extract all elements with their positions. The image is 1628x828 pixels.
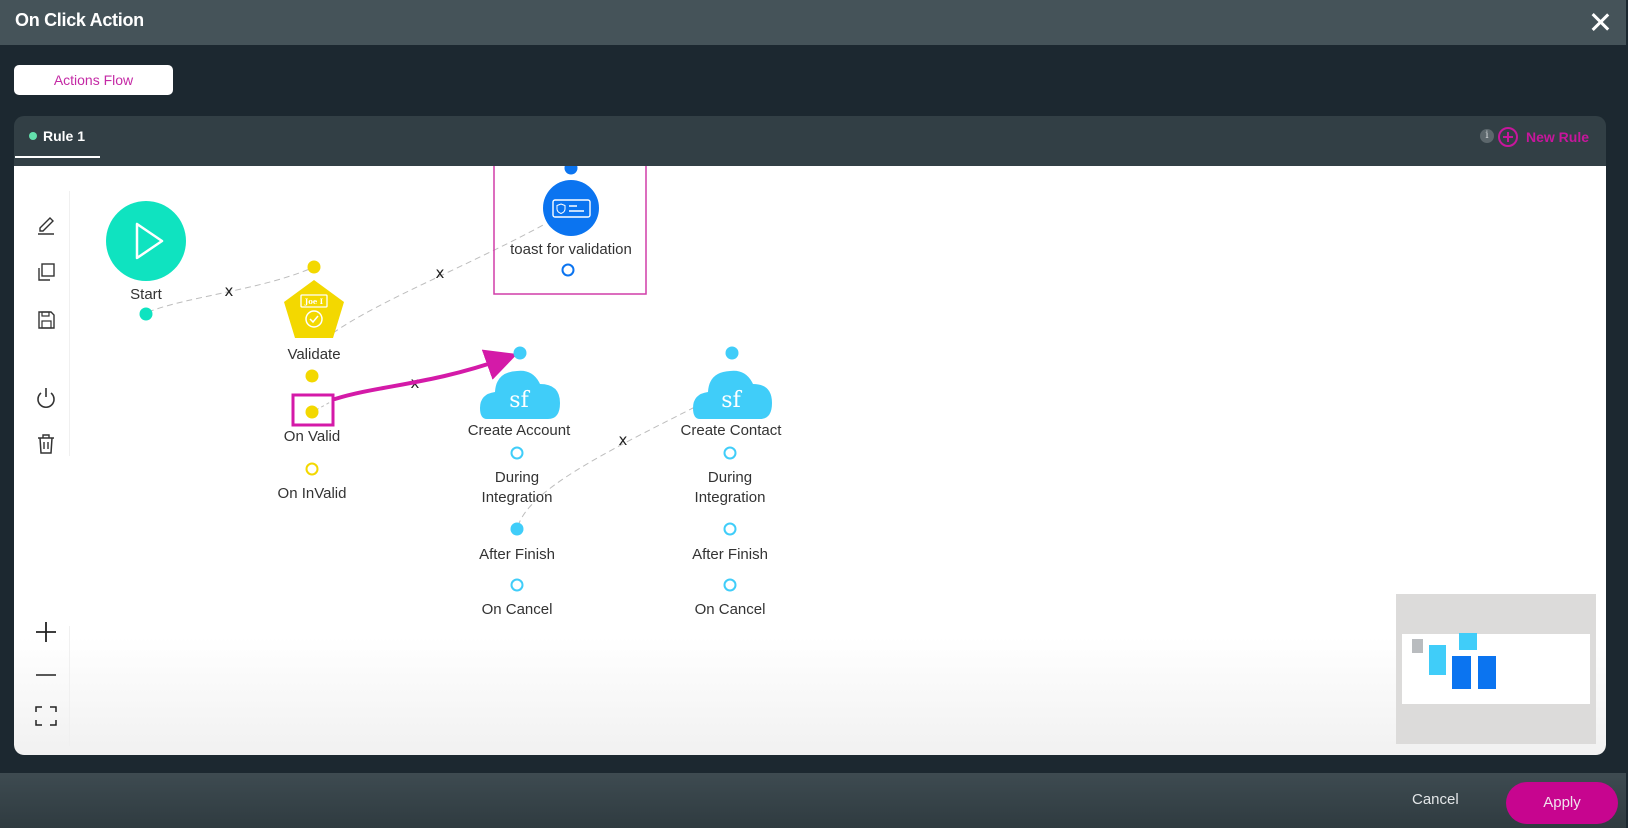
on-valid-port[interactable] (305, 405, 319, 419)
close-icon[interactable] (1588, 10, 1612, 34)
on-click-action-dialog: On Click Action Actions Flow Rule 1 i Ne… (0, 0, 1628, 828)
on-cancel-label: On Cancel (482, 601, 553, 618)
integration-label: Integration (695, 489, 766, 506)
pencil-icon[interactable] (34, 212, 58, 236)
toolbar-divider (69, 191, 70, 456)
during-integration-port[interactable] (723, 446, 737, 460)
remove-connection-x[interactable]: x (619, 431, 628, 449)
toast-output-port[interactable] (561, 263, 575, 277)
flow-diagram: x x x x Start Joe I Validate On Valid On… (106, 166, 783, 619)
minimap-node-start (1412, 639, 1423, 653)
during-label: During (708, 469, 752, 486)
connection-onvalid-createaccount-highlighted[interactable]: x (315, 349, 518, 411)
during-label: During (495, 469, 539, 486)
plus-circle-icon (1498, 127, 1518, 147)
start-node[interactable]: Start (106, 201, 186, 321)
toast-label: toast for validation (510, 241, 632, 258)
new-rule-label: New Rule (1526, 129, 1590, 145)
copy-icon[interactable] (34, 260, 58, 284)
create-account-input-port[interactable] (513, 346, 527, 360)
power-icon[interactable] (34, 385, 58, 409)
minimap-node-validate (1429, 645, 1446, 675)
after-finish-label: After Finish (692, 546, 768, 563)
active-tab-underline (15, 156, 100, 158)
minimap-node-create-account (1452, 656, 1471, 689)
toast-input-port[interactable] (564, 166, 578, 175)
plus-icon[interactable] (34, 620, 58, 644)
on-invalid-port[interactable] (305, 462, 319, 476)
after-finish-port[interactable] (723, 522, 737, 536)
svg-text:sf: sf (721, 388, 742, 413)
validate-pentagon (284, 280, 344, 338)
actions-flow-button[interactable]: Actions Flow (14, 65, 173, 95)
create-contact-label: Create Contact (681, 422, 783, 439)
dialog-footer: Cancel Apply (0, 773, 1626, 828)
apply-button[interactable]: Apply (1506, 782, 1618, 824)
remove-connection-x[interactable]: x (436, 264, 445, 282)
info-icon[interactable]: i (1480, 129, 1494, 143)
tab-rule-1-label: Rule 1 (43, 128, 86, 144)
tab-rule-1[interactable]: Rule 1 (14, 116, 100, 158)
rules-panel: Rule 1 i New Rule x x x x Start Joe I Va… (14, 116, 1606, 755)
validate-label: Validate (287, 346, 340, 363)
start-output-port[interactable] (139, 307, 153, 321)
remove-connection-x[interactable]: x (225, 282, 234, 300)
toast-node[interactable]: toast for validation (493, 166, 647, 295)
new-rule-button[interactable]: New Rule (1498, 124, 1589, 150)
svg-text:Joe I: Joe I (304, 297, 323, 306)
after-finish-label: After Finish (479, 546, 555, 563)
create-contact-node[interactable]: sf Create Contact During Integration Aft… (681, 346, 783, 619)
on-invalid-label: On InValid (278, 485, 347, 502)
minimap-node-toast (1459, 633, 1477, 650)
save-icon[interactable] (34, 308, 58, 332)
create-contact-input-port[interactable] (725, 346, 739, 360)
rule-status-dot (29, 132, 37, 140)
zoom-divider (69, 626, 70, 746)
integration-label: Integration (482, 489, 553, 506)
fit-screen-icon[interactable] (34, 704, 58, 728)
validate-node[interactable]: Joe I Validate On Valid On InValid (278, 260, 347, 503)
after-finish-port[interactable] (510, 522, 524, 536)
minimap[interactable] (1396, 594, 1596, 744)
start-label: Start (130, 286, 163, 303)
dialog-header: On Click Action (0, 0, 1626, 45)
cancel-button[interactable]: Cancel (1412, 791, 1459, 808)
minimap-node-create-contact (1478, 656, 1496, 689)
validate-input-port[interactable] (307, 260, 321, 274)
on-valid-label: On Valid (284, 428, 340, 445)
minus-icon[interactable] (34, 663, 58, 687)
flow-canvas[interactable]: x x x x Start Joe I Validate On Valid On… (14, 166, 1606, 755)
trash-icon[interactable] (34, 432, 58, 456)
dialog-title: On Click Action (15, 10, 144, 30)
svg-text:sf: sf (509, 388, 530, 413)
start-circle (106, 201, 186, 281)
on-cancel-label: On Cancel (695, 601, 766, 618)
create-account-label: Create Account (468, 422, 571, 439)
validate-output-port[interactable] (305, 369, 319, 383)
during-integration-port[interactable] (510, 446, 524, 460)
on-cancel-port[interactable] (510, 578, 524, 592)
on-cancel-port[interactable] (723, 578, 737, 592)
create-account-node[interactable]: sf Create Account During Integration Aft… (468, 346, 571, 619)
